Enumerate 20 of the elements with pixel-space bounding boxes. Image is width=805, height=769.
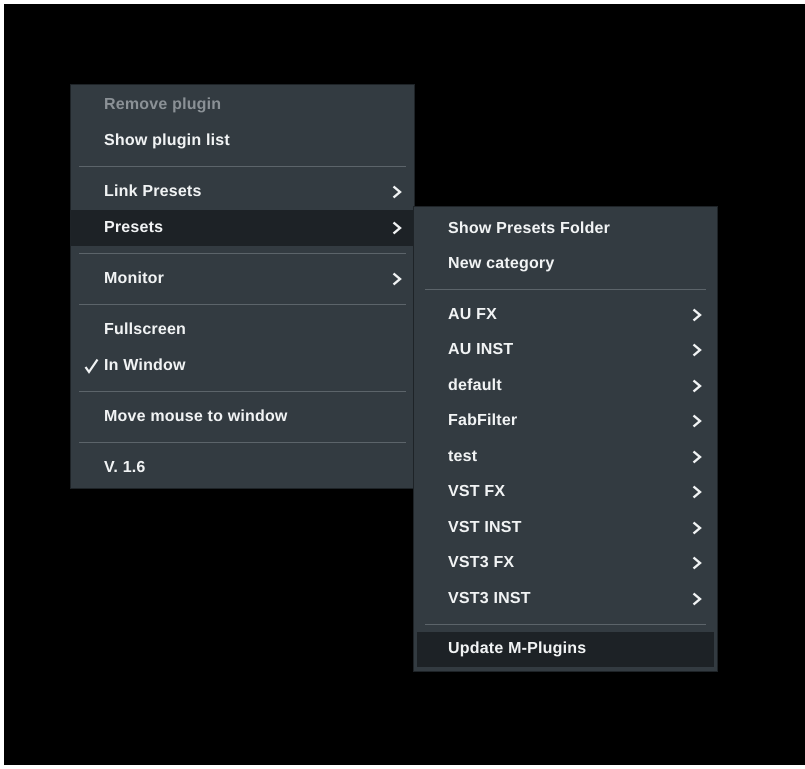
menu-item[interactable]: V. 1.6 <box>71 450 414 486</box>
menu-item[interactable]: default <box>417 368 714 404</box>
menu-item[interactable]: Link Presets <box>71 174 414 210</box>
menu-item[interactable]: FabFilter <box>417 404 714 439</box>
menu-item[interactable]: Fullscreen <box>71 312 414 348</box>
menu-item[interactable]: VST INST <box>417 510 714 546</box>
menu-item[interactable]: VST3 INST <box>417 581 714 616</box>
menu-item[interactable]: VST FX <box>417 474 714 510</box>
menu-item[interactable]: Update M-Plugins <box>417 632 714 667</box>
menu-item[interactable]: Show plugin list <box>71 123 414 159</box>
menu-item[interactable]: AU INST <box>417 332 714 368</box>
menu-item[interactable]: Monitor <box>71 261 414 297</box>
menu-item[interactable]: VST3 FX <box>417 546 714 581</box>
menu-item[interactable]: New category <box>417 246 714 282</box>
menu-item[interactable]: Show Presets Folder <box>417 211 714 246</box>
menu-item[interactable]: Move mouse to window <box>71 399 414 435</box>
menu-item[interactable]: In Window <box>71 348 414 384</box>
menu-item[interactable]: test <box>417 439 714 474</box>
menu-item[interactable]: Presets <box>71 210 414 246</box>
menu-item[interactable]: AU FX <box>417 297 714 332</box>
